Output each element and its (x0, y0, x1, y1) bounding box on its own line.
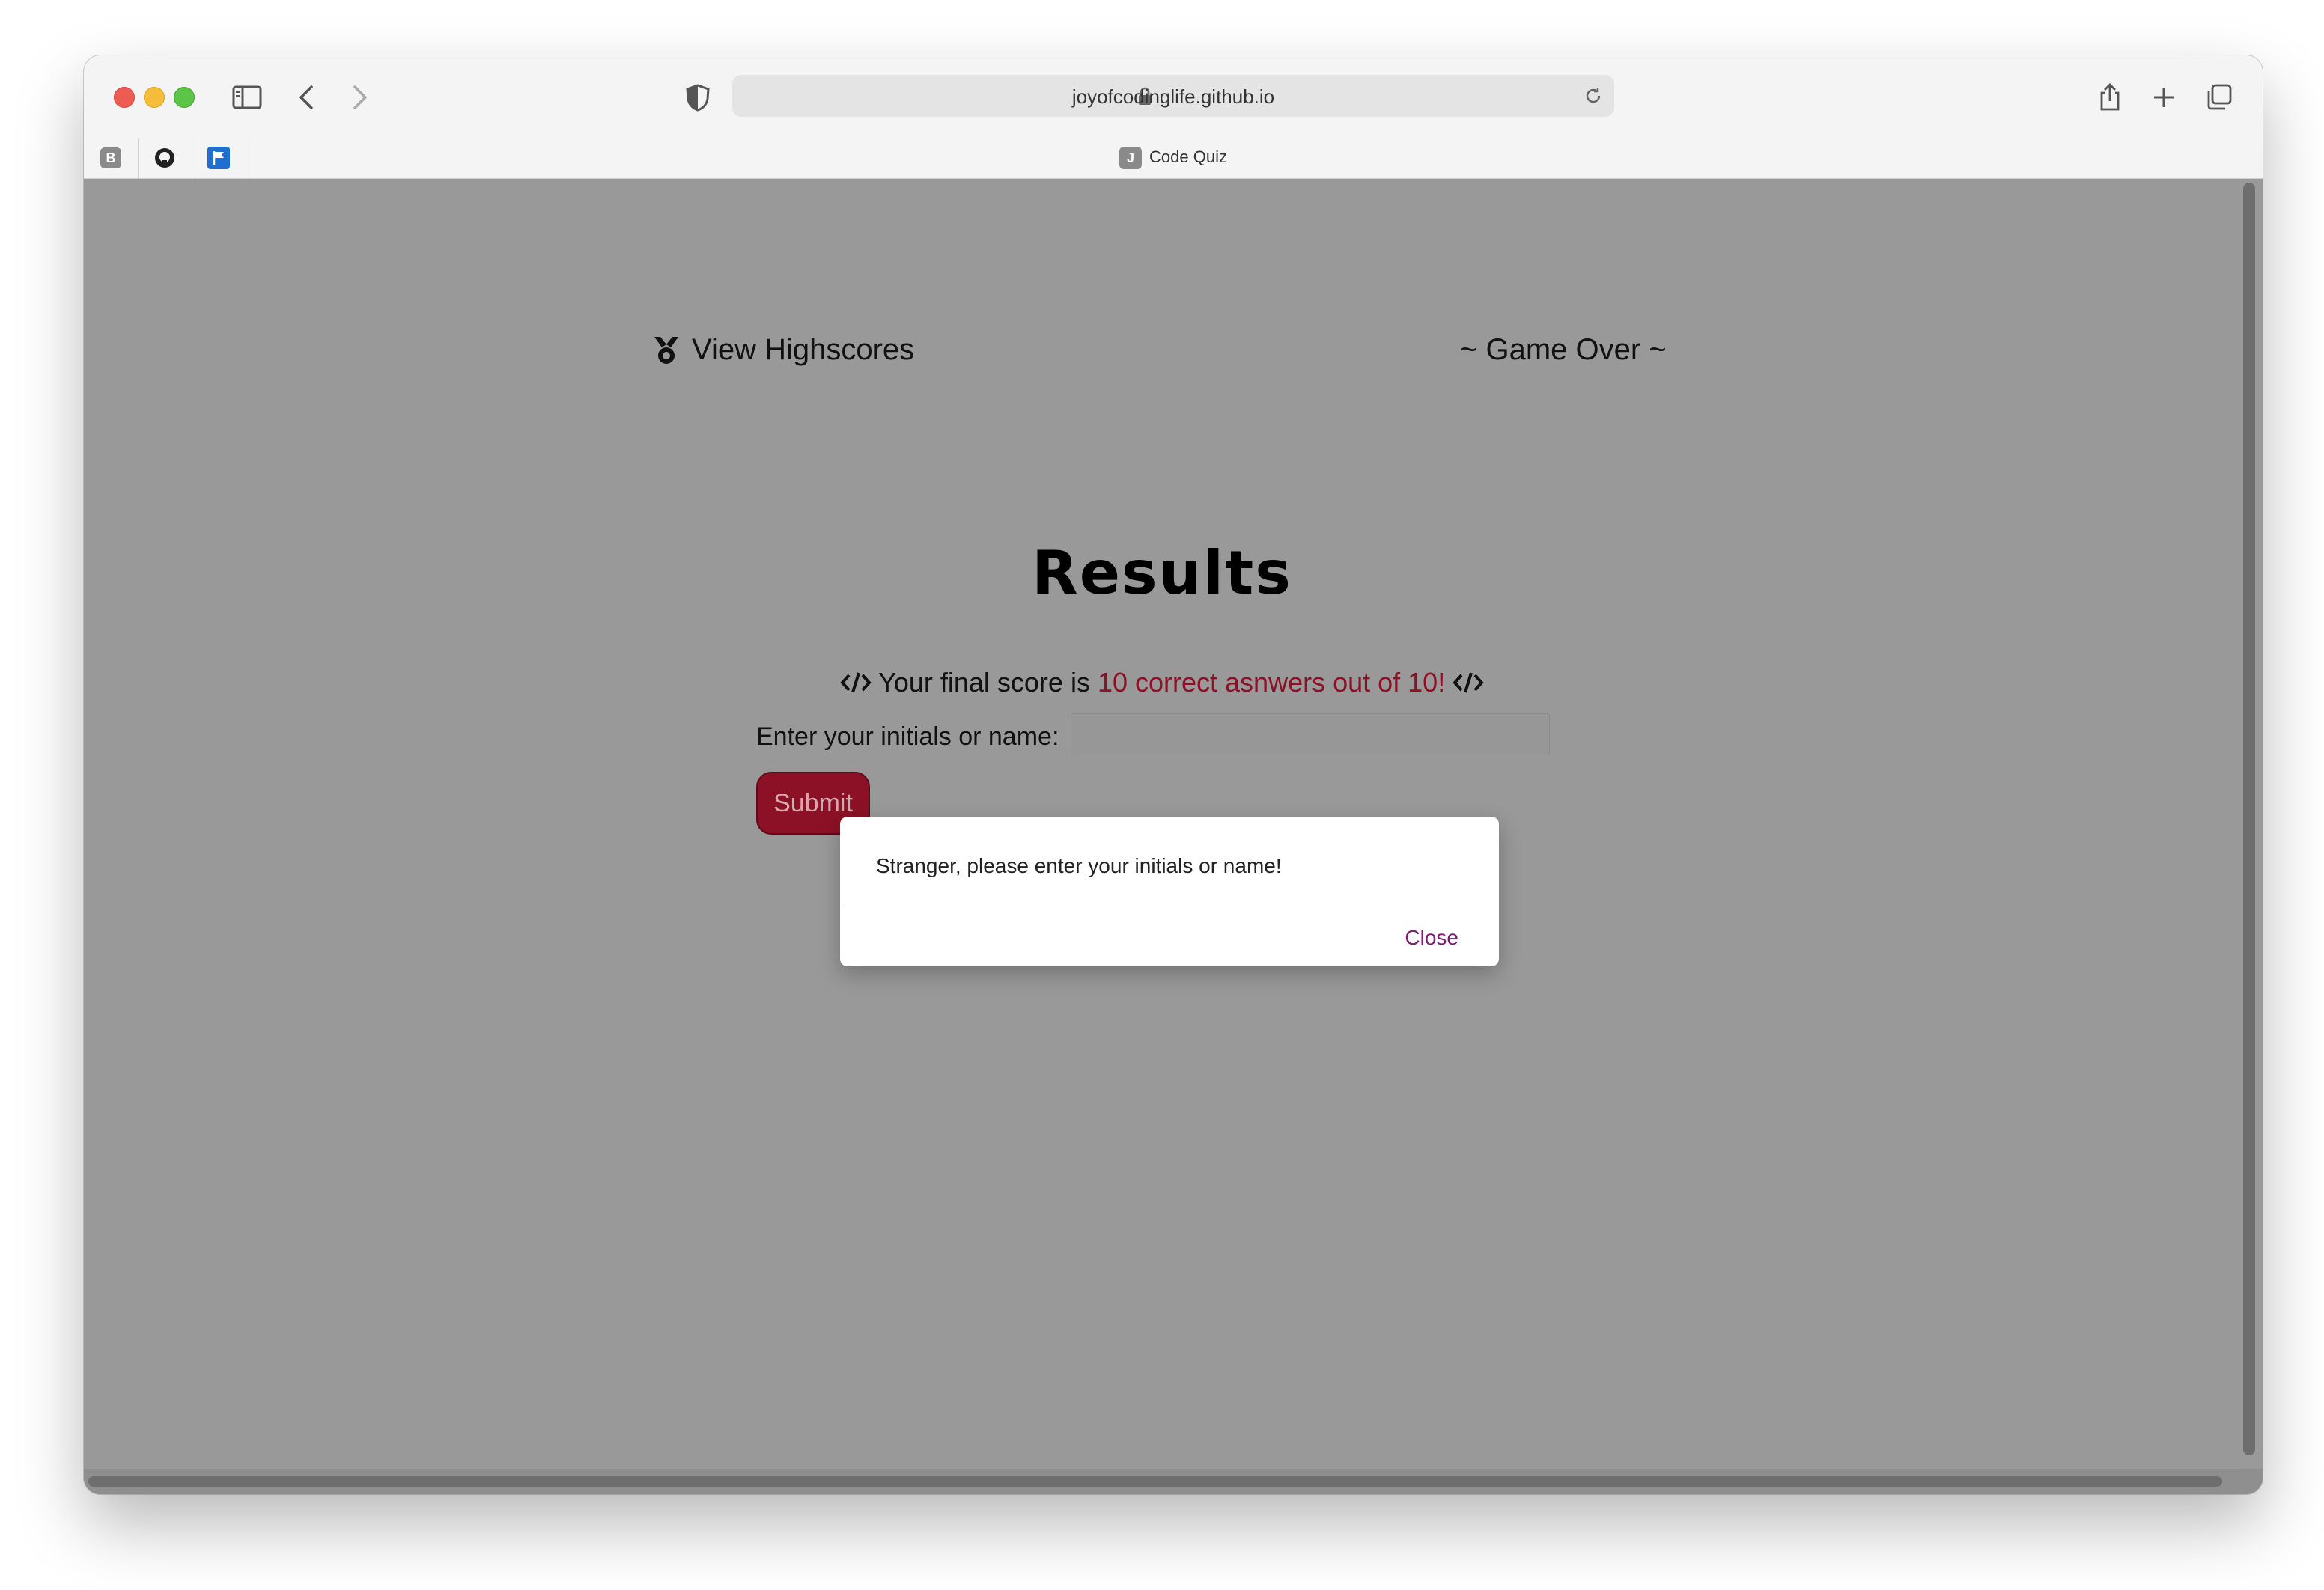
page-content: View Highscores ~ Game Over ~ Results Yo… (84, 179, 2240, 1468)
game-status: ~ Game Over ~ (1460, 333, 1667, 366)
page-title: Results (1032, 538, 1292, 608)
highscores-label: View Highscores (692, 333, 915, 366)
zoom-window-button[interactable] (174, 87, 195, 108)
initials-label: Enter your initials or name: (756, 722, 1059, 751)
address-bar[interactable]: joyofcodinglife.github.io (732, 75, 1614, 117)
tab-title-text: Code Quiz (1149, 147, 1227, 166)
medal-icon (654, 336, 678, 364)
initials-input[interactable] (1071, 713, 1550, 755)
vertical-scrollbar[interactable] (2243, 183, 2255, 1455)
tab-code-quiz[interactable]: J Code Quiz (84, 147, 2263, 169)
browser-toolbar: joyofcodinglife.github.io B J Code Quiz (84, 55, 2263, 179)
minimize-window-button[interactable] (144, 87, 165, 108)
alert-dialog: Stranger, please enter your initials or … (840, 817, 1499, 966)
view-highscores-link[interactable]: View Highscores (651, 333, 914, 367)
score-value: 10 correct asnwers out of 10! (1097, 667, 1446, 698)
score-prefix: Your final score is (878, 667, 1090, 698)
sidebar-toggle-icon[interactable] (231, 81, 264, 114)
url-text: joyofcodinglife.github.io (1071, 85, 1275, 108)
new-tab-plus-icon[interactable] (2147, 81, 2180, 114)
dialog-message: Stranger, please enter your initials or … (876, 854, 1282, 877)
privacy-shield-icon[interactable] (681, 81, 714, 114)
browser-window: joyofcodinglife.github.io B J Code Quiz V… (84, 55, 2263, 1494)
close-window-button[interactable] (114, 87, 135, 108)
tab-favicon: J (1119, 147, 1143, 169)
share-icon[interactable] (2093, 81, 2126, 114)
final-score: Your final score is 10 correct asnwers o… (84, 667, 2240, 698)
code-icon (840, 672, 872, 693)
reload-icon[interactable] (1581, 84, 1605, 108)
back-arrow-icon[interactable] (290, 81, 323, 114)
tab-overview-icon[interactable] (2203, 81, 2236, 114)
forward-arrow-icon[interactable] (343, 81, 376, 114)
dialog-close-button[interactable]: Close (1405, 926, 1458, 950)
horizontal-scrollbar[interactable] (88, 1476, 2222, 1487)
code-icon (1452, 672, 1484, 693)
